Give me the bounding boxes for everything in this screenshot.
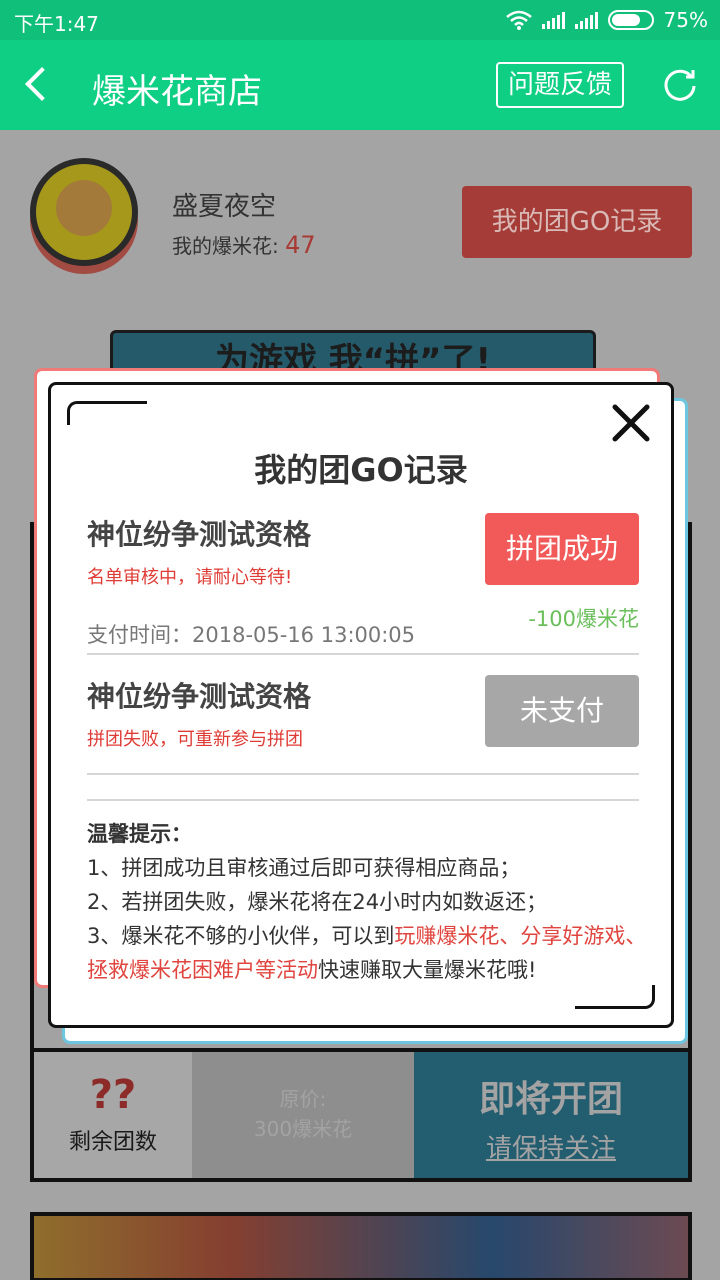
status-button-unpaid[interactable]: 未支付	[485, 675, 639, 747]
tip-line: 3、爆米花不够的小伙伴，可以到玩赚爆米花、分享好游戏、拯救爆米花困难户等活动快速…	[87, 924, 647, 982]
follow-link[interactable]: 请保持关注	[414, 1128, 688, 1165]
status-time: 下午1:47	[14, 12, 99, 36]
title-bar: 爆米花商店 问题反馈	[0, 40, 720, 130]
remaining-value: ??	[89, 1072, 137, 1118]
status-button-success[interactable]: 拼团成功	[485, 513, 639, 585]
record-item: 神位纷争测试资格 名单审核中，请耐心等待! 拼团成功 支付时间：2018-05-…	[87, 513, 639, 647]
divider	[87, 773, 639, 775]
game-artwork[interactable]	[30, 1212, 692, 1280]
soon-label: 即将开团	[478, 1079, 623, 1120]
corner-decoration	[67, 401, 147, 425]
battery-percent: 75%	[663, 8, 708, 32]
group-card-footer: ?? 剩余团数 原价: 300爆米花 即将开团 请保持关注	[30, 1048, 692, 1182]
signal-icon-2	[574, 11, 598, 29]
tip-line: 1、拼团成功且审核通过后即可获得相应商品；	[87, 856, 521, 880]
battery-icon	[607, 10, 654, 30]
tips-heading: 温馨提示：	[87, 822, 192, 846]
status-bar: 下午1:47 75%	[0, 0, 720, 40]
original-price-value: 300爆米花	[253, 1117, 353, 1141]
dialog-title: 我的团GO记录	[254, 451, 468, 489]
remaining-cell: ?? 剩余团数	[34, 1052, 192, 1178]
tip-line: 2、若拼团失败，爆米花将在24小时内如数返还；	[87, 890, 548, 914]
points-label: 我的爆米花: 47	[172, 231, 316, 259]
username: 盛夏夜空	[172, 192, 277, 222]
original-price-label: 原价:	[279, 1087, 327, 1111]
my-group-records-button[interactable]: 我的团GO记录	[462, 186, 692, 258]
avatar[interactable]	[30, 158, 138, 266]
wifi-icon	[505, 10, 532, 30]
back-arrow-icon[interactable]	[20, 62, 60, 106]
price-cell: 原价: 300爆米花	[192, 1052, 414, 1178]
signal-icon-1	[541, 11, 565, 29]
tips-section: 温馨提示： 1、拼团成功且审核通过后即可获得相应商品； 2、若拼团失败，爆米花将…	[87, 817, 647, 987]
corner-decoration	[575, 985, 655, 1009]
records-dialog: 我的团GO记录 神位纷争测试资格 名单审核中，请耐心等待! 拼团成功 支付时间：…	[48, 382, 674, 1028]
close-icon[interactable]	[609, 401, 653, 445]
divider	[87, 799, 639, 801]
soon-cell[interactable]: 即将开团 请保持关注	[414, 1052, 688, 1178]
page-title: 爆米花商店	[92, 72, 262, 112]
divider	[87, 653, 639, 655]
points-value: 47	[285, 231, 316, 259]
refresh-icon[interactable]	[662, 66, 698, 102]
remaining-label: 剩余团数	[68, 1130, 157, 1155]
record-cost: -100爆米花	[528, 607, 639, 631]
record-item: 神位纷争测试资格 拼团失败，可重新参与拼团 未支付	[87, 675, 639, 755]
feedback-button[interactable]: 问题反馈	[496, 62, 624, 108]
